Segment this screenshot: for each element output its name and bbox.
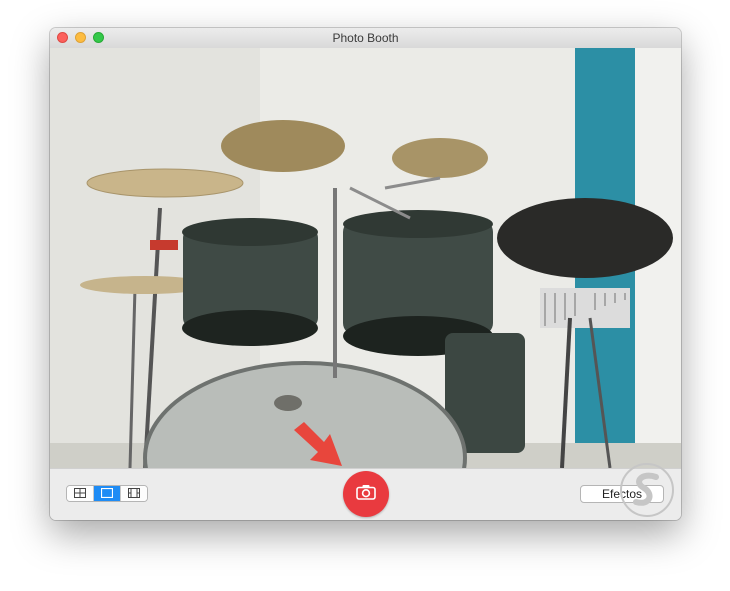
window-title: Photo Booth [332,31,399,45]
four-photo-mode-button[interactable] [67,486,94,501]
title-bar: Photo Booth [50,28,681,49]
video-mode-button[interactable] [121,486,147,501]
camera-icon [356,484,376,505]
camera-preview [50,48,681,468]
watermark-logo-icon [620,463,674,517]
grid-four-icon [74,486,86,501]
annotation-arrow-icon [294,422,342,466]
view-mode-segmented-control [66,485,148,502]
single-photo-mode-button[interactable] [94,486,121,501]
bottom-toolbar: Efectos [50,468,681,520]
single-photo-icon [100,486,114,501]
video-film-icon [128,486,140,501]
camera-preview-image [50,48,681,468]
take-photo-button[interactable] [343,471,389,517]
photo-booth-window: Photo Booth Efectos [50,28,681,520]
